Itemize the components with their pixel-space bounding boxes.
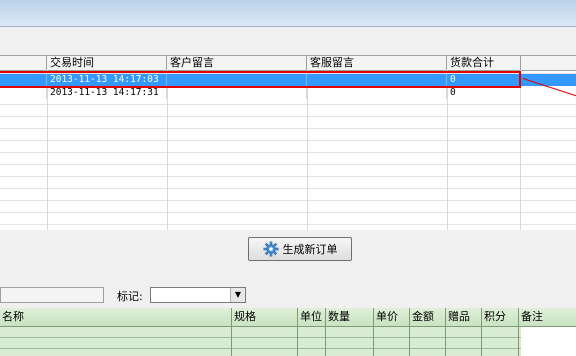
column-header-service-message[interactable]: 客服留言	[307, 56, 447, 70]
column-header-name[interactable]: 名称	[0, 308, 232, 326]
mark-dropdown[interactable]: ▼	[150, 287, 246, 303]
column-header-points[interactable]: 积分	[482, 308, 519, 326]
toolbar-area	[0, 27, 576, 55]
gear-icon	[263, 241, 278, 257]
column-header-quantity[interactable]: 数量	[326, 308, 374, 326]
search-text-field[interactable]	[0, 287, 104, 303]
items-table: 名称 规格 单位 数量 单价 金额 赠品 积分 备注	[0, 308, 576, 356]
column-header-gift[interactable]: 赠品	[446, 308, 482, 326]
total-cell: 0	[447, 87, 521, 99]
column-header-unit-price[interactable]: 单价	[374, 308, 410, 326]
table-row[interactable]: 2013-11-13 14:17:31 0	[0, 87, 576, 99]
column-header-total[interactable]: 货款合计	[447, 56, 521, 70]
generate-new-order-label: 生成新订单	[282, 243, 338, 256]
table-row[interactable]	[0, 327, 576, 338]
customer-message-cell	[167, 87, 307, 99]
red-highlight-box	[0, 71, 521, 88]
table-row[interactable]	[0, 338, 576, 349]
column-header-trade-time[interactable]: 交易时间	[47, 56, 167, 70]
mark-label: 标记:	[117, 290, 143, 303]
trade-time-cell: 2013-11-13 14:17:31	[47, 87, 167, 99]
chevron-down-icon[interactable]: ▼	[230, 288, 245, 302]
generate-new-order-button[interactable]: 生成新订单	[248, 237, 352, 261]
column-header-unit[interactable]: 单位	[298, 308, 326, 326]
column-header-amount[interactable]: 金额	[410, 308, 446, 326]
action-panel: 生成新订单 标记: ▼	[0, 230, 576, 308]
items-table-header: 名称 规格 单位 数量 单价 金额 赠品 积分 备注	[0, 308, 576, 327]
window-title-bar	[0, 0, 576, 27]
column-header-customer-message[interactable]: 客户留言	[167, 56, 307, 70]
service-message-cell	[307, 87, 447, 99]
remark-cell[interactable]	[521, 327, 576, 356]
orders-table-header: 交易时间 客户留言 客服留言 货款合计	[0, 56, 576, 71]
row-header-column	[0, 56, 47, 70]
column-header-spec[interactable]: 规格	[232, 308, 298, 326]
column-header-remark[interactable]: 备注	[519, 308, 576, 326]
